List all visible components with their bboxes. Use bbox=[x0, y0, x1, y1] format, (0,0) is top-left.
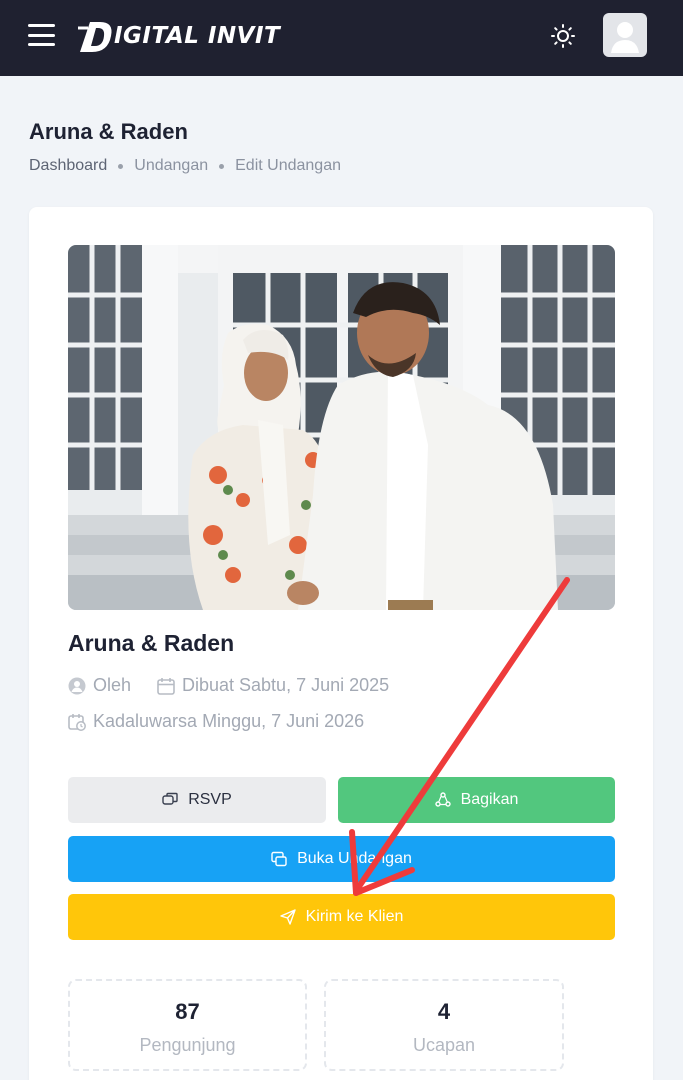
open-invitation-button-label: Buka Undangan bbox=[297, 850, 412, 867]
top-navbar: IGITAL INVIT bbox=[0, 0, 683, 76]
breadcrumb-edit-undangan: Edit Undangan bbox=[235, 157, 341, 174]
logo-monogram-icon bbox=[78, 22, 112, 52]
calendar-clock-icon bbox=[68, 713, 86, 731]
visitors-stat: 87 Pengunjung bbox=[68, 979, 307, 1071]
visitors-label: Pengunjung bbox=[139, 1035, 236, 1055]
breadcrumb-undangan[interactable]: Undangan bbox=[134, 157, 208, 175]
couple-photo bbox=[68, 245, 615, 610]
share-button-label: Bagikan bbox=[460, 791, 519, 808]
share-button[interactable]: Bagikan bbox=[338, 777, 615, 823]
chat-icon bbox=[162, 792, 178, 805]
send-to-client-button-label: Kirim ke Klien bbox=[305, 908, 404, 925]
share-icon bbox=[434, 792, 451, 807]
breadcrumb-separator bbox=[118, 163, 124, 169]
send-to-client-button[interactable]: Kirim ke Klien bbox=[68, 894, 615, 940]
created-row: Dibuat Sabtu, 7 Juni 2025 bbox=[157, 675, 389, 696]
breadcrumb-separator bbox=[219, 163, 225, 169]
user-avatar-icon[interactable] bbox=[603, 13, 647, 57]
author-label: Oleh bbox=[93, 675, 132, 695]
open-window-icon bbox=[271, 851, 287, 867]
invitation-title: Aruna & Raden bbox=[68, 630, 235, 656]
wishes-label: Ucapan bbox=[412, 1035, 476, 1055]
breadcrumb: Dashboard Undangan Edit Undangan bbox=[29, 157, 341, 175]
hamburger-menu-icon[interactable] bbox=[28, 24, 55, 46]
calendar-icon bbox=[157, 677, 175, 695]
expiry-row: Kadaluwarsa Minggu, 7 Juni 2026 bbox=[68, 711, 364, 732]
wishes-stat: 4 Ucapan bbox=[324, 979, 564, 1071]
rsvp-button-label: RSVP bbox=[188, 791, 232, 808]
wishes-count: 4 bbox=[437, 999, 451, 1024]
visitors-count: 87 bbox=[175, 999, 200, 1024]
expiry-date: Kadaluwarsa Minggu, 7 Juni 2026 bbox=[93, 711, 365, 731]
send-icon bbox=[279, 909, 296, 925]
sun-icon[interactable] bbox=[549, 22, 577, 50]
user-icon bbox=[68, 677, 86, 694]
logo-text: IGITAL INVIT bbox=[114, 23, 281, 49]
author-row: Oleh bbox=[68, 675, 131, 696]
brand-logo[interactable]: IGITAL INVIT bbox=[76, 18, 280, 54]
open-invitation-button[interactable]: Buka Undangan bbox=[68, 836, 615, 882]
created-date: Dibuat Sabtu, 7 Juni 2025 bbox=[182, 675, 390, 695]
page-title: Aruna & Raden bbox=[29, 119, 188, 144]
breadcrumb-dashboard[interactable]: Dashboard bbox=[29, 157, 107, 175]
rsvp-button[interactable]: RSVP bbox=[68, 777, 326, 823]
